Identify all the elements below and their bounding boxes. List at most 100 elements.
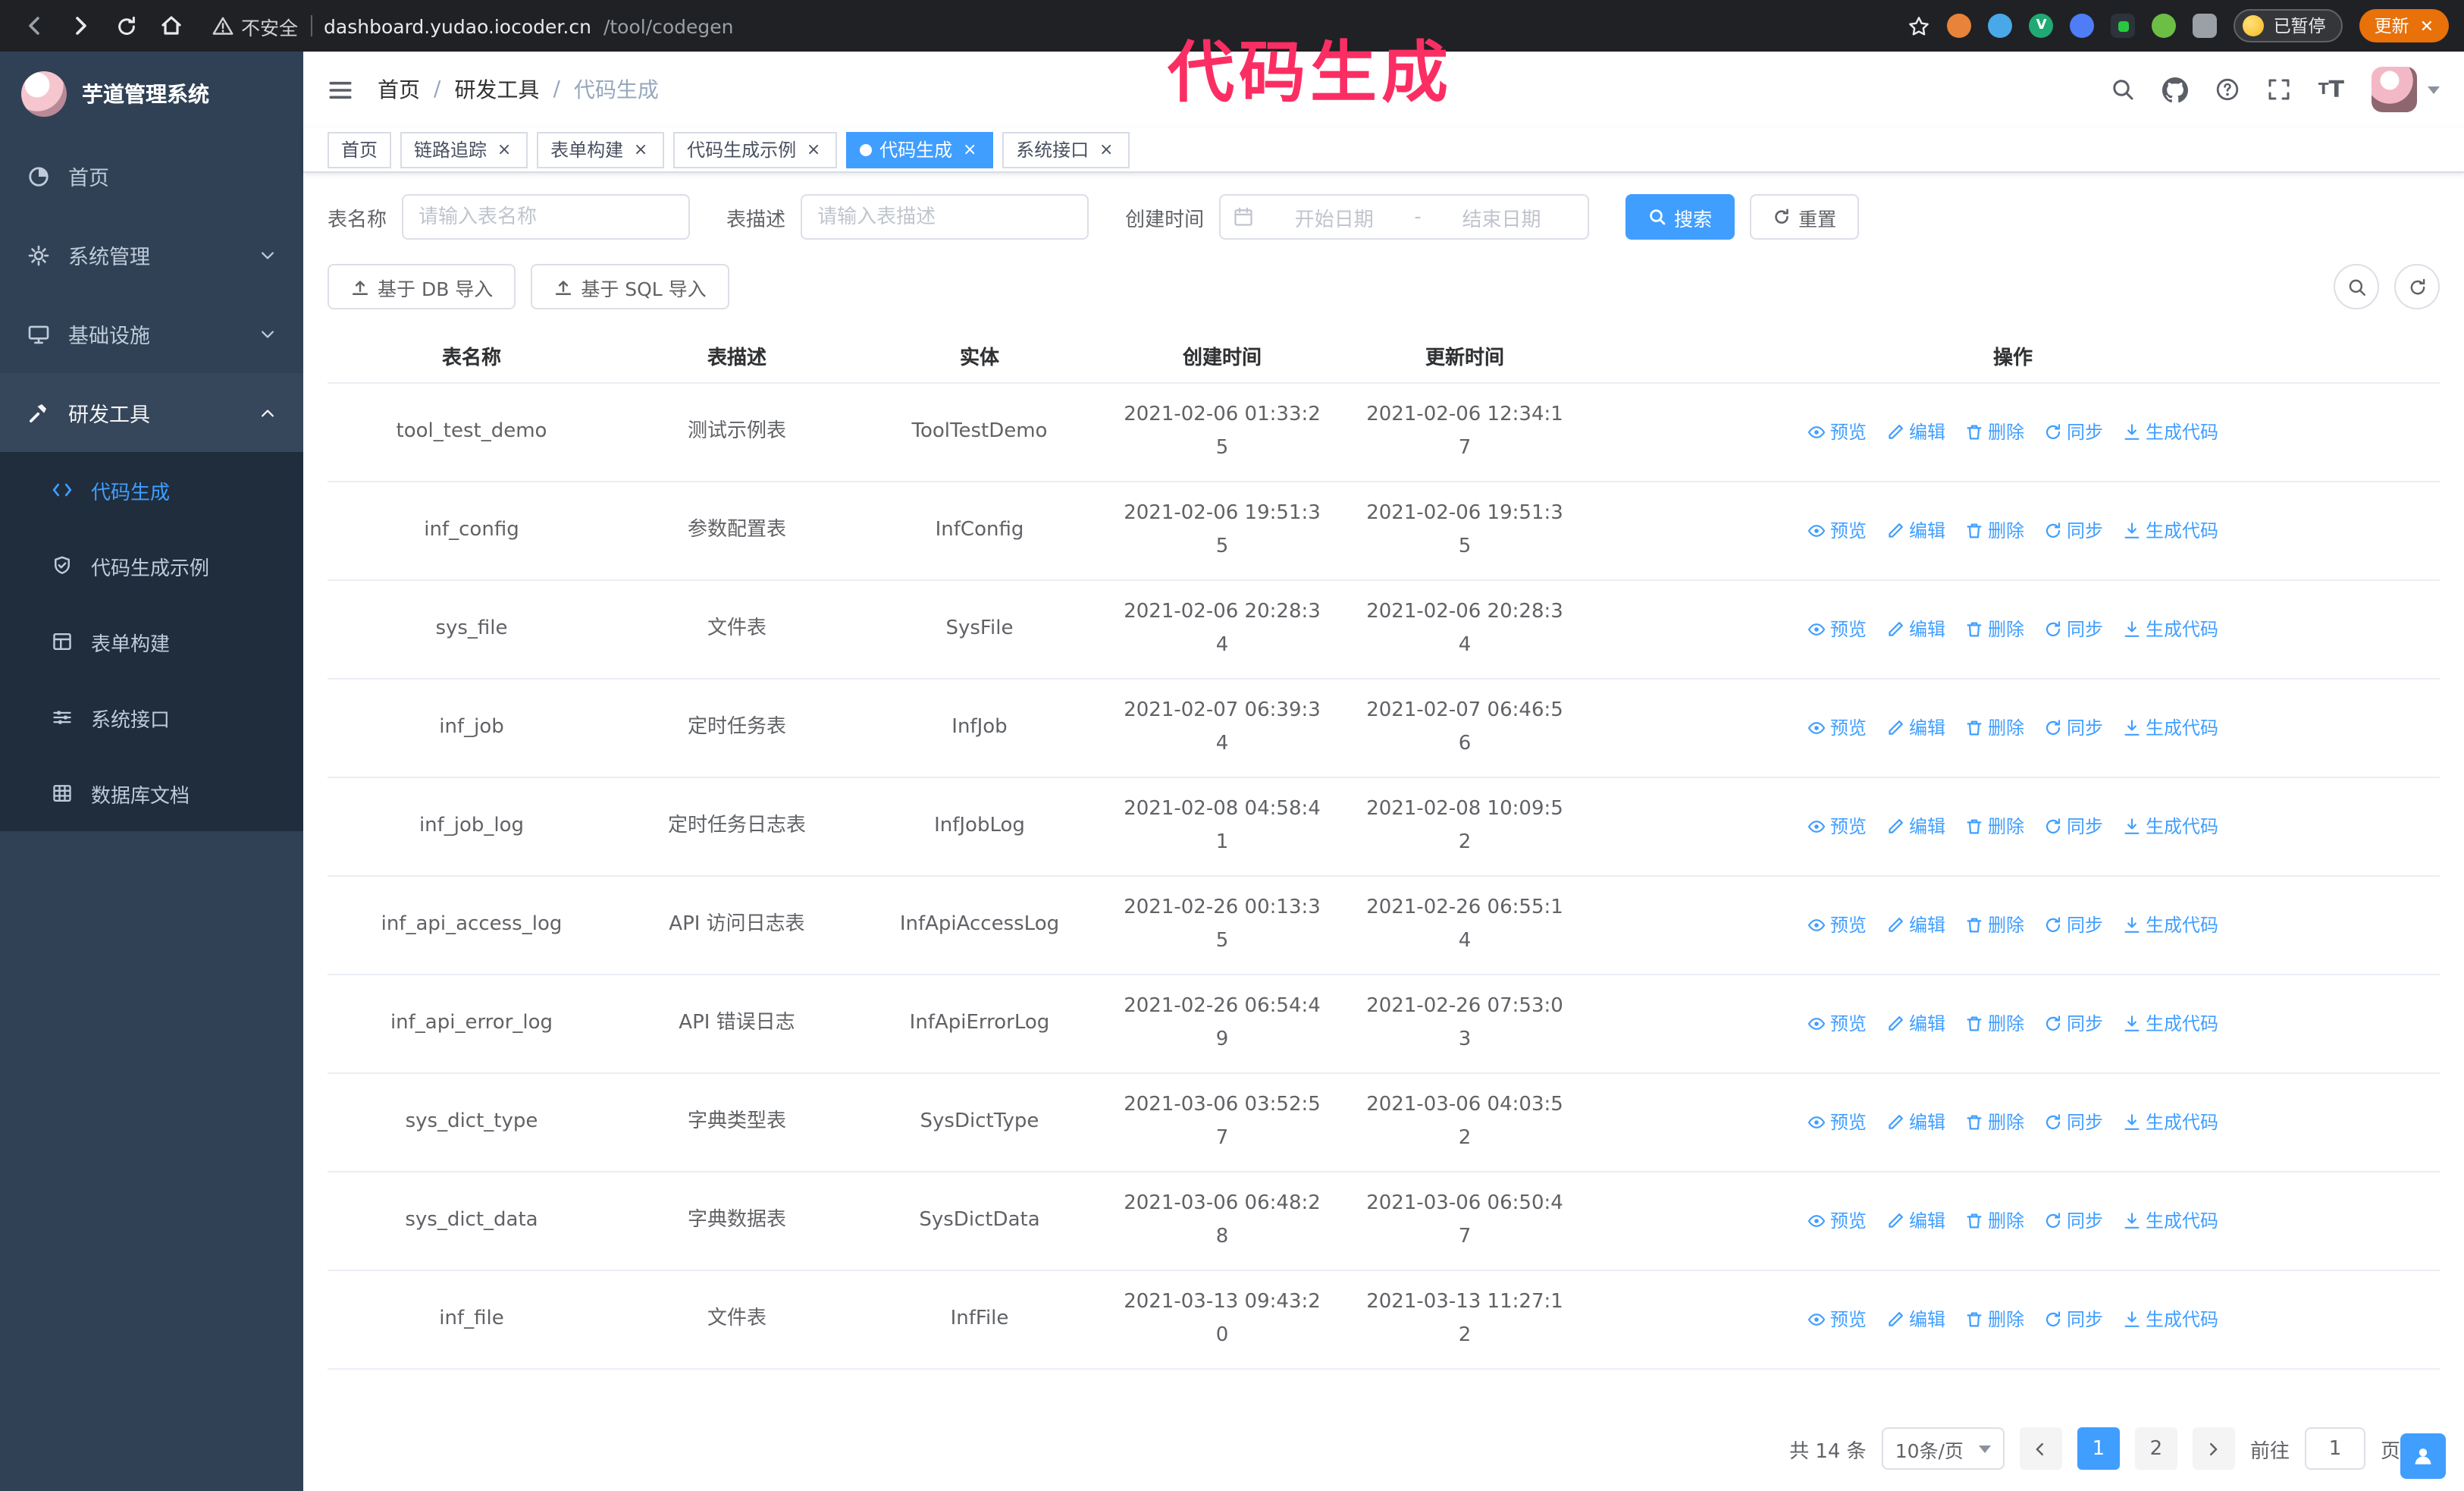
help-button[interactable] bbox=[2215, 77, 2240, 102]
generate-code-action[interactable]: 生成代码 bbox=[2123, 908, 2218, 941]
browser-back-button[interactable] bbox=[15, 6, 55, 46]
delete-action[interactable]: 删除 bbox=[1965, 1006, 2024, 1040]
sync-action[interactable]: 同步 bbox=[2044, 908, 2103, 941]
preview-action[interactable]: 预览 bbox=[1807, 809, 1867, 843]
generate-code-action[interactable]: 生成代码 bbox=[2123, 1204, 2218, 1237]
preview-action[interactable]: 预览 bbox=[1807, 711, 1867, 744]
preview-action[interactable]: 预览 bbox=[1807, 908, 1867, 941]
edit-action[interactable]: 编辑 bbox=[1886, 1302, 1945, 1336]
sync-action[interactable]: 同步 bbox=[2044, 809, 2103, 843]
date-start-placeholder[interactable]: 开始日期 bbox=[1260, 202, 1408, 231]
edit-action[interactable]: 编辑 bbox=[1886, 1204, 1945, 1237]
close-icon[interactable]: × bbox=[804, 140, 823, 159]
generate-code-action[interactable]: 生成代码 bbox=[2123, 415, 2218, 448]
edit-action[interactable]: 编辑 bbox=[1886, 513, 1945, 547]
sync-action[interactable]: 同步 bbox=[2044, 711, 2103, 744]
delete-action[interactable]: 删除 bbox=[1965, 1302, 2024, 1336]
font-size-button[interactable]: TT bbox=[2318, 76, 2344, 103]
page-button-2[interactable]: 2 bbox=[2134, 1427, 2177, 1470]
date-range-picker[interactable]: 开始日期 - 结束日期 bbox=[1219, 194, 1590, 240]
browser-update-button[interactable]: 更新 ✕ bbox=[2359, 9, 2449, 42]
sidebar-item-system[interactable]: 系统管理 bbox=[0, 215, 303, 294]
preview-action[interactable]: 预览 bbox=[1807, 513, 1867, 547]
extension-icon-puzzle[interactable] bbox=[2193, 14, 2218, 38]
next-page-button[interactable] bbox=[2192, 1427, 2235, 1470]
extension-icon-terminal[interactable] bbox=[2111, 14, 2136, 38]
edit-action[interactable]: 编辑 bbox=[1886, 711, 1945, 744]
close-icon[interactable]: × bbox=[494, 140, 514, 159]
sidebar-item-db-doc[interactable]: 数据库文档 bbox=[0, 755, 303, 831]
generate-code-action[interactable]: 生成代码 bbox=[2123, 809, 2218, 843]
github-link[interactable] bbox=[2161, 77, 2188, 102]
table-name-input[interactable] bbox=[402, 194, 691, 240]
edit-action[interactable]: 编辑 bbox=[1886, 415, 1945, 448]
delete-action[interactable]: 删除 bbox=[1965, 1105, 2024, 1138]
generate-code-action[interactable]: 生成代码 bbox=[2123, 711, 2218, 744]
sidebar-item-codegen[interactable]: 代码生成 bbox=[0, 452, 303, 528]
prev-page-button[interactable] bbox=[2019, 1427, 2062, 1470]
fullscreen-button[interactable] bbox=[2267, 77, 2291, 102]
browser-reload-button[interactable] bbox=[106, 6, 146, 46]
close-icon[interactable]: × bbox=[1096, 140, 1116, 159]
sync-action[interactable]: 同步 bbox=[2044, 1006, 2103, 1040]
extension-icon-people[interactable] bbox=[2070, 14, 2095, 38]
import-sql-button[interactable]: 基于 SQL 导入 bbox=[531, 264, 729, 309]
preview-action[interactable]: 预览 bbox=[1807, 1105, 1867, 1138]
edit-action[interactable]: 编辑 bbox=[1886, 1006, 1945, 1040]
browser-home-button[interactable] bbox=[152, 6, 191, 46]
close-icon[interactable]: × bbox=[960, 140, 980, 159]
refresh-table-button[interactable] bbox=[2394, 264, 2440, 309]
preview-action[interactable]: 预览 bbox=[1807, 1006, 1867, 1040]
breadcrumb-home[interactable]: 首页 bbox=[378, 74, 420, 105]
import-db-button[interactable]: 基于 DB 导入 bbox=[328, 264, 516, 309]
sidebar-toggle[interactable] bbox=[328, 77, 353, 102]
extension-icon-check[interactable]: V bbox=[2029, 14, 2054, 38]
extension-icon-fox[interactable] bbox=[1947, 14, 1972, 38]
sync-action[interactable]: 同步 bbox=[2044, 415, 2103, 448]
sync-action[interactable]: 同步 bbox=[2044, 1105, 2103, 1138]
tab-form-builder[interactable]: 表单构建 × bbox=[537, 131, 665, 168]
sync-action[interactable]: 同步 bbox=[2044, 612, 2103, 645]
toggle-search-button[interactable] bbox=[2334, 264, 2379, 309]
security-warning[interactable]: 不安全 bbox=[212, 11, 298, 40]
sidebar-item-home[interactable]: 首页 bbox=[0, 137, 303, 215]
tab-api[interactable]: 系统接口 × bbox=[1002, 131, 1130, 168]
search-button[interactable]: 搜索 bbox=[1625, 194, 1735, 240]
sync-action[interactable]: 同步 bbox=[2044, 1302, 2103, 1336]
extension-icon-drop[interactable] bbox=[1988, 14, 2013, 38]
edit-action[interactable]: 编辑 bbox=[1886, 809, 1945, 843]
profile-paused-badge[interactable]: 已暂停 bbox=[2234, 9, 2343, 42]
goto-page-input[interactable] bbox=[2304, 1427, 2365, 1470]
date-end-placeholder[interactable]: 结束日期 bbox=[1428, 202, 1575, 231]
close-icon[interactable]: × bbox=[631, 140, 650, 159]
breadcrumb-devtools[interactable]: 研发工具 bbox=[454, 74, 539, 105]
sidebar-item-infrastructure[interactable]: 基础设施 bbox=[0, 294, 303, 373]
delete-action[interactable]: 删除 bbox=[1965, 908, 2024, 941]
delete-action[interactable]: 删除 bbox=[1965, 612, 2024, 645]
preview-action[interactable]: 预览 bbox=[1807, 415, 1867, 448]
floating-widget-button[interactable] bbox=[2400, 1433, 2446, 1479]
delete-action[interactable]: 删除 bbox=[1965, 1204, 2024, 1237]
extension-icon-leaf[interactable] bbox=[2152, 14, 2177, 38]
tab-codegen[interactable]: 代码生成 × bbox=[846, 131, 994, 168]
header-search-button[interactable] bbox=[2111, 77, 2135, 102]
edit-action[interactable]: 编辑 bbox=[1886, 1105, 1945, 1138]
preview-action[interactable]: 预览 bbox=[1807, 1204, 1867, 1237]
preview-action[interactable]: 预览 bbox=[1807, 612, 1867, 645]
sidebar-item-codegen-example[interactable]: 代码生成示例 bbox=[0, 528, 303, 604]
browser-forward-button[interactable] bbox=[61, 6, 100, 46]
tab-codegen-example[interactable]: 代码生成示例 × bbox=[673, 131, 838, 168]
sync-action[interactable]: 同步 bbox=[2044, 1204, 2103, 1237]
page-size-select[interactable]: 10条/页 bbox=[1881, 1427, 2005, 1470]
generate-code-action[interactable]: 生成代码 bbox=[2123, 1105, 2218, 1138]
user-menu[interactable] bbox=[2372, 67, 2440, 112]
sidebar-item-form-builder[interactable]: 表单构建 bbox=[0, 604, 303, 680]
delete-action[interactable]: 删除 bbox=[1965, 513, 2024, 547]
address-bar[interactable]: 不安全 dashboard.yudao.iocoder.cn/tool/code… bbox=[212, 11, 1902, 40]
edit-action[interactable]: 编辑 bbox=[1886, 908, 1945, 941]
edit-action[interactable]: 编辑 bbox=[1886, 612, 1945, 645]
table-desc-input[interactable] bbox=[801, 194, 1089, 240]
reset-button[interactable]: 重置 bbox=[1750, 194, 1860, 240]
generate-code-action[interactable]: 生成代码 bbox=[2123, 612, 2218, 645]
delete-action[interactable]: 删除 bbox=[1965, 415, 2024, 448]
